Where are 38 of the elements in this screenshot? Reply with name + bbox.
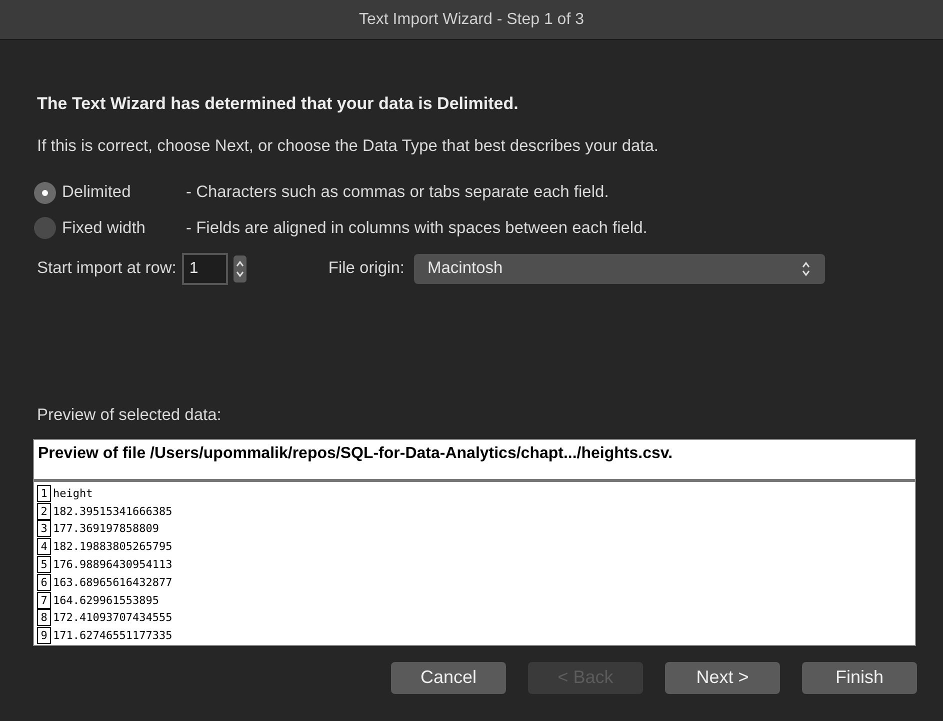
data-line: 172.41093707434555 [53,612,172,624]
data-line: 182.19883805265795 [53,541,172,552]
radio-label[interactable]: Delimited [62,180,186,205]
data-line: 171.62746551177335 [53,630,172,642]
row-number: 1 [37,484,51,502]
file-origin-label: File origin: [328,258,404,280]
data-line: 182.39515341666385 [53,506,172,517]
row-number: 5 [37,556,51,574]
preview-label: Preview of selected data: [37,404,222,426]
row-number: 3 [37,520,51,538]
file-origin-dropdown[interactable]: Macintosh [414,254,824,284]
row-number: 6 [37,574,51,591]
row-number: 8 [37,609,51,626]
dialog-button[interactable]: Cancel [391,662,506,694]
option-description: - Characters such as commas or tabs separate each field. [186,182,609,204]
row-number: 7 [37,592,51,609]
data-line: 177.369197858809 [53,523,159,534]
start-row-field[interactable]: 1 [182,252,228,285]
data-line: height [53,488,93,499]
radio-button[interactable] [34,217,56,240]
preview-header: Preview of file /Users/upommalik/repos/SQL-for-Data-Analytics/chapt.../heights.csv. [38,444,673,462]
data-line: 176.98896430954113 [53,559,172,570]
data-line: 164.629961553895 [53,594,159,606]
dialog-button[interactable]: Finish [802,662,917,694]
heading: The Text Wizard has determined that your data is Delimited. [37,93,520,115]
dialog-button[interactable]: Next > [665,662,780,694]
option-description: - Fields are aligned in columns with spaces between each field. [186,218,648,239]
radio-button[interactable] [34,182,56,204]
data-line: 163.68965616432877 [53,576,172,588]
radio-label[interactable]: Fixed width [62,216,186,241]
stepper-icon[interactable] [233,254,248,283]
window-title: Text Import Wizard - Step 1 of 3 [359,10,584,30]
row-number: 4 [37,538,51,556]
row-number: 2 [37,502,51,520]
start-row-label: Start import at row: [37,258,176,280]
row-number: 9 [37,627,51,644]
instruction-text: If this is correct, choose Next, or choose the Data Type that best describes your data. [37,136,660,156]
updown-icon [800,260,810,277]
